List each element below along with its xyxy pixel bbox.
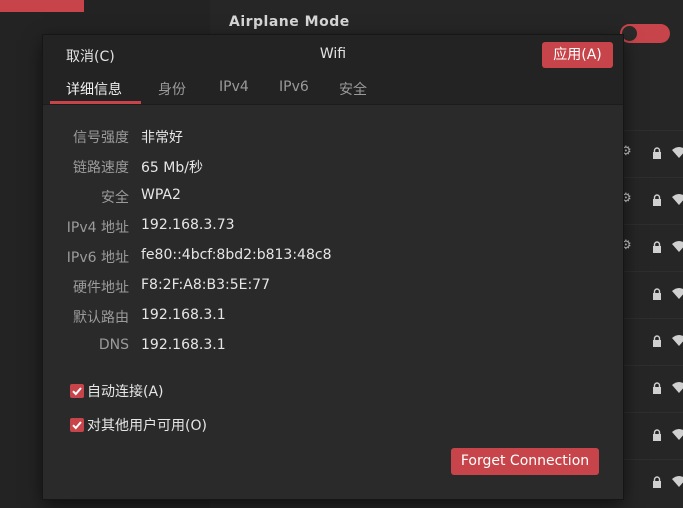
available-to-others-label: 对其他用户可用(O): [87, 418, 207, 434]
detail-row-security: 安全 WPA2: [43, 187, 623, 207]
detail-value: 192.168.3.1: [141, 337, 226, 353]
toggle-knob: [622, 26, 637, 41]
network-row[interactable]: [620, 365, 683, 414]
wifi-icon: [672, 147, 683, 158]
lock-icon: [653, 241, 661, 253]
tab-security[interactable]: 安全: [339, 79, 367, 99]
detail-label: 链路速度: [73, 160, 129, 176]
detail-label: 硬件地址: [73, 280, 129, 296]
detail-row-default-route: 默认路由 192.168.3.1: [43, 307, 623, 327]
detail-label: 安全: [101, 190, 129, 206]
detail-label: 信号强度: [73, 130, 129, 146]
screen: Airplane Mode ⚙ ⚙ ⚙ 取消(C) Wifi 应用(A) 详细信息 …: [0, 0, 683, 508]
lock-icon: [653, 194, 661, 206]
dialog-title: Wifi: [319, 46, 347, 62]
auto-connect-label: 自动连接(A): [87, 384, 164, 400]
detail-value: fe80::4bcf:8bd2:b813:48c8: [141, 247, 332, 263]
tab-bar: 详细信息 身份 IPv4 IPv6 安全: [43, 75, 623, 105]
tab-ipv6[interactable]: IPv6: [279, 79, 309, 95]
network-row[interactable]: [620, 459, 683, 508]
checkmark-icon: [72, 421, 82, 430]
lock-icon: [653, 382, 661, 394]
wifi-icon: [672, 429, 683, 440]
tab-ipv4[interactable]: IPv4: [219, 79, 249, 95]
detail-label: IPv6 地址: [66, 250, 129, 266]
detail-value: 192.168.3.73: [141, 217, 235, 233]
detail-value: WPA2: [141, 187, 181, 203]
detail-row-ipv6: IPv6 地址 fe80::4bcf:8bd2:b813:48c8: [43, 247, 623, 267]
wifi-icon: [672, 241, 683, 252]
detail-label: DNS: [98, 337, 129, 353]
network-row[interactable]: ⚙: [620, 177, 683, 226]
checkbox-box[interactable]: [70, 384, 84, 398]
forget-connection-button[interactable]: Forget Connection: [451, 448, 599, 475]
detail-value: 65 Mb/秒: [141, 160, 203, 176]
network-row[interactable]: ⚙: [620, 130, 683, 179]
detail-label: IPv4 地址: [66, 220, 129, 236]
tab-identity[interactable]: 身份: [158, 79, 186, 99]
dialog-header: 取消(C) Wifi 应用(A): [43, 35, 623, 75]
apply-button[interactable]: 应用(A): [542, 42, 613, 68]
background-accent-bar: [0, 0, 84, 12]
detail-value: 192.168.3.1: [141, 307, 226, 323]
wifi-details-dialog: 取消(C) Wifi 应用(A) 详细信息 身份 IPv4 IPv6 安全 信号…: [43, 35, 623, 499]
network-row[interactable]: [620, 318, 683, 367]
detail-row-signal: 信号强度 非常好: [43, 127, 623, 147]
network-row[interactable]: [620, 271, 683, 320]
network-row[interactable]: ⚙: [620, 224, 683, 273]
airplane-mode-toggle[interactable]: [620, 24, 670, 43]
detail-row-link-speed: 链路速度 65 Mb/秒: [43, 157, 623, 177]
active-tab-indicator: [50, 101, 141, 104]
lock-icon: [653, 147, 661, 159]
tab-details[interactable]: 详细信息: [66, 79, 122, 99]
detail-value: 非常好: [141, 130, 183, 146]
wifi-icon: [672, 382, 683, 393]
lock-icon: [653, 429, 661, 441]
wifi-icon: [672, 288, 683, 299]
lock-icon: [653, 476, 661, 488]
detail-row-hardware-address: 硬件地址 F8:2F:A8:B3:5E:77: [43, 277, 623, 297]
checkmark-icon: [72, 387, 82, 396]
detail-row-dns: DNS 192.168.3.1: [43, 337, 623, 357]
detail-row-ipv4: IPv4 地址 192.168.3.73: [43, 217, 623, 237]
airplane-mode-label: Airplane Mode: [229, 14, 350, 30]
wifi-icon: [672, 476, 683, 487]
wifi-icon: [672, 335, 683, 346]
checkbox-box[interactable]: [70, 418, 84, 432]
detail-label: 默认路由: [73, 310, 129, 326]
detail-value: F8:2F:A8:B3:5E:77: [141, 277, 270, 293]
lock-icon: [653, 288, 661, 300]
lock-icon: [653, 335, 661, 347]
network-row[interactable]: [620, 412, 683, 461]
wifi-icon: [672, 194, 683, 205]
